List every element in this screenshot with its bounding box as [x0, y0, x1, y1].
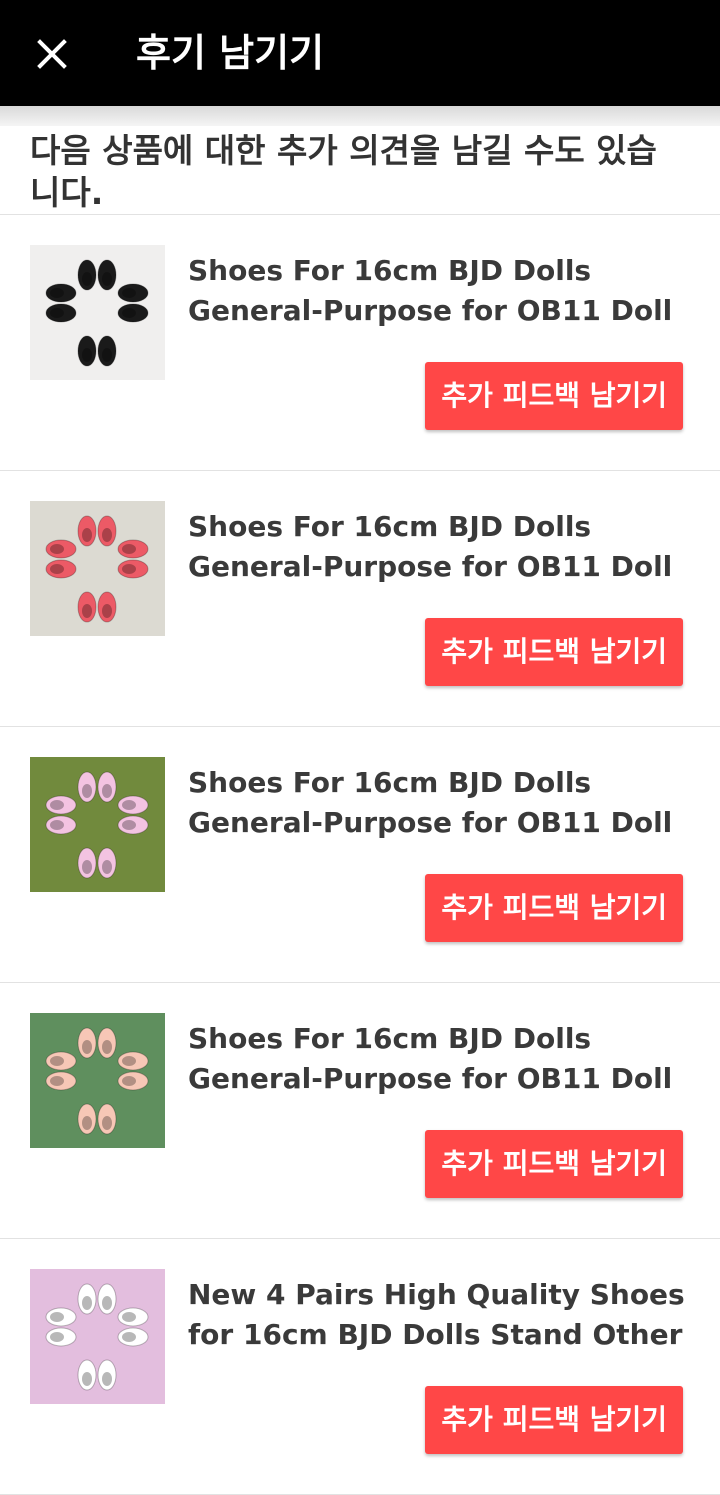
product-title[interactable]: Shoes For 16cm BJD Dolls General-Purpose… [188, 507, 688, 587]
product-thumbnail[interactable] [30, 245, 165, 380]
product-item: Shoes For 16cm BJD Dolls General-Purpose… [0, 215, 720, 471]
product-thumbnail[interactable] [30, 1013, 165, 1148]
close-icon [37, 39, 67, 69]
add-feedback-button[interactable]: 추가 피드백 남기기 [425, 874, 683, 942]
product-item: New 4 Pairs High Quality Shoes for 16cm … [0, 1239, 720, 1495]
product-title[interactable]: Shoes For 16cm BJD Dolls General-Purpose… [188, 1019, 688, 1099]
product-item: Shoes For 16cm BJD Dolls General-Purpose… [0, 727, 720, 983]
add-feedback-button[interactable]: 추가 피드백 남기기 [425, 618, 683, 686]
page-title: 후기 남기기 [136, 31, 325, 75]
add-feedback-button[interactable]: 추가 피드백 남기기 [425, 1130, 683, 1198]
product-thumbnail[interactable] [30, 757, 165, 892]
close-button[interactable] [28, 30, 76, 78]
app-bar: 후기 남기기 [0, 0, 720, 106]
product-item: Shoes For 16cm BJD Dolls General-Purpose… [0, 983, 720, 1239]
product-item: Shoes For 16cm BJD Dolls General-Purpose… [0, 471, 720, 727]
add-feedback-button[interactable]: 추가 피드백 남기기 [425, 1386, 683, 1454]
product-thumbnail[interactable] [30, 501, 165, 636]
header-shadow [0, 106, 720, 126]
product-list: Shoes For 16cm BJD Dolls General-Purpose… [0, 215, 720, 1495]
product-title[interactable]: New 4 Pairs High Quality Shoes for 16cm … [188, 1275, 688, 1355]
product-title[interactable]: Shoes For 16cm BJD Dolls General-Purpose… [188, 251, 688, 331]
product-title[interactable]: Shoes For 16cm BJD Dolls General-Purpose… [188, 763, 688, 843]
add-feedback-button[interactable]: 추가 피드백 남기기 [425, 362, 683, 430]
product-thumbnail[interactable] [30, 1269, 165, 1404]
intro-text: 다음 상품에 대한 추가 의견을 남길 수도 있습니다. [30, 131, 657, 212]
